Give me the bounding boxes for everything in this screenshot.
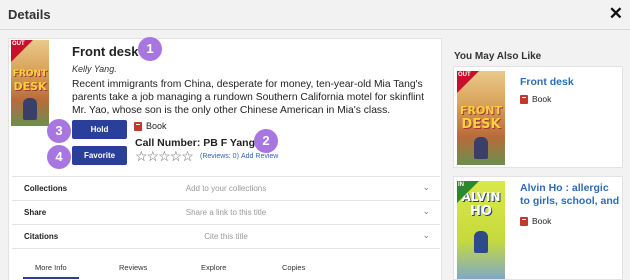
row-label: Share [24, 208, 47, 217]
row-collections[interactable]: Add to your collections Collections ⌄ [12, 176, 440, 200]
recommendation-format: Book [520, 216, 551, 226]
chevron-down-icon: ⌄ [422, 206, 430, 216]
favorite-button[interactable]: Favorite [72, 146, 127, 165]
hold-button[interactable]: Hold [72, 120, 127, 139]
tab-more-info[interactable]: More Info [23, 263, 79, 279]
row-hint: Add to your collections [185, 184, 267, 193]
close-icon[interactable]: ✕ [609, 4, 623, 24]
book-icon [520, 216, 528, 226]
sidebar-title: You May Also Like [454, 51, 542, 62]
row-label: Citations [24, 232, 59, 241]
cover-figure [474, 137, 488, 159]
row-citations[interactable]: Cite this title Citations ⌄ [12, 224, 440, 248]
row-share[interactable]: Share a link to this title Share ⌄ [12, 200, 440, 224]
page-title: Details [8, 7, 51, 22]
book-icon [134, 121, 142, 131]
rating-stars[interactable]: ☆☆☆☆☆ [135, 148, 194, 164]
availability-ribbon-text: OUT [12, 41, 25, 47]
book-summary: Recent immigrants from China, desperate … [72, 79, 425, 116]
cover-word-2: DESK [461, 117, 501, 132]
recommendation-cover[interactable]: FRONT DESK OUT [457, 71, 505, 165]
format-text: Book [532, 94, 552, 104]
cover-figure [23, 98, 37, 120]
badge-4: 4 [47, 145, 71, 169]
chevron-down-icon: ⌄ [422, 182, 430, 192]
cover-word-2: DESK [13, 80, 47, 93]
cover-figure [474, 231, 488, 253]
tab-explore[interactable]: Explore [201, 263, 226, 272]
badge-2: 2 [254, 129, 278, 153]
recommendation-format: Book [520, 94, 551, 104]
availability-ribbon-text: OUT [458, 72, 471, 78]
tab-copies[interactable]: Copies [282, 263, 305, 272]
recommendation-card[interactable]: FRONT DESK OUT Front desk Book [453, 66, 623, 168]
row-label: Collections [24, 184, 68, 193]
recommendation-card[interactable]: ALVIN HO IN Alvin Ho : allergic to girls… [453, 176, 623, 280]
recommendation-title[interactable]: Alvin Ho : allergic to girls, school, an… [520, 182, 620, 220]
cover-word-2: HO [470, 204, 492, 219]
badge-1: 1 [138, 37, 162, 61]
format-text: Book [532, 216, 552, 226]
detail-tabs: More Info Reviews Explore Copies [12, 258, 440, 280]
row-hint: Cite this title [204, 232, 248, 241]
recommendation-title[interactable]: Front desk [520, 76, 620, 89]
details-header: Details ✕ [0, 0, 630, 30]
book-cover[interactable]: FRONT DESK OUT [11, 40, 49, 126]
badge-3: 3 [47, 119, 71, 143]
row-hint: Share a link to this title [185, 208, 267, 217]
reviews-count[interactable]: (Reviews: 0) [200, 153, 239, 160]
book-author: Kelly Yang. [72, 64, 117, 74]
format-label: Book [134, 121, 167, 131]
recommendation-cover[interactable]: ALVIN HO IN [457, 181, 505, 279]
add-review-link[interactable]: Add Review [241, 153, 278, 160]
book-title: Front desk [72, 44, 139, 59]
availability-ribbon-text: IN [458, 182, 464, 188]
tab-reviews[interactable]: Reviews [119, 263, 147, 272]
cover-word-1: FRONT [459, 104, 503, 117]
cover-word-1: FRONT [12, 69, 48, 79]
book-icon [520, 94, 528, 104]
format-text: Book [146, 121, 167, 131]
chevron-down-icon: ⌄ [422, 230, 430, 240]
